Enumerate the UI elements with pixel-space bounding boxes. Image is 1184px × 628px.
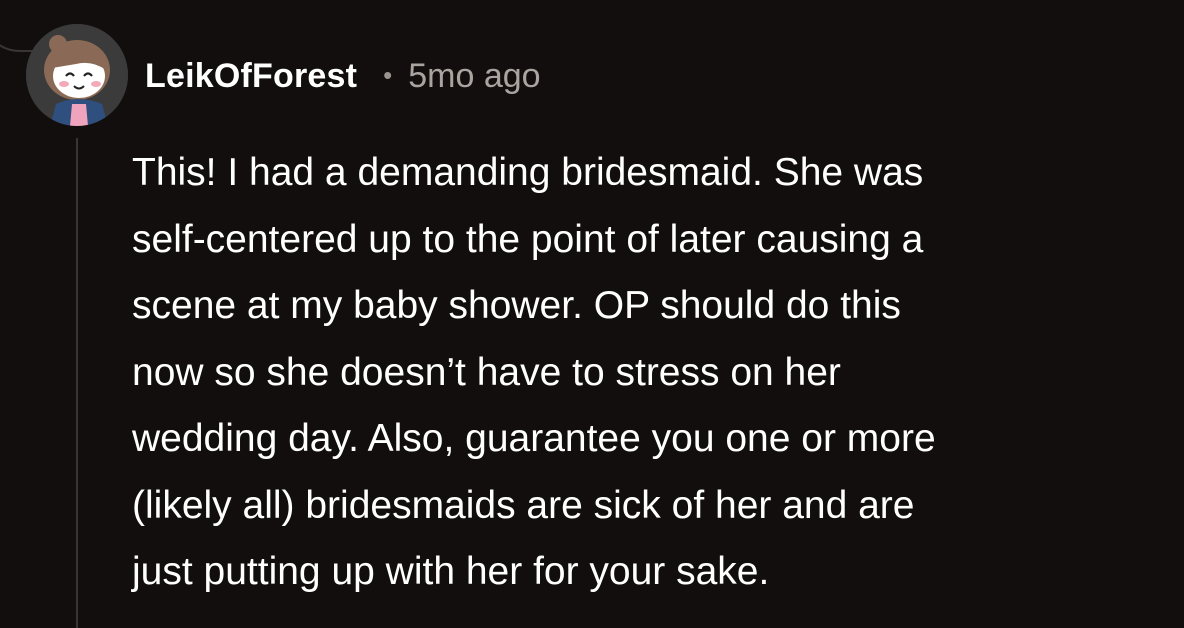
comment-body: This! I had a demanding bridesmaid. She … (132, 140, 1172, 606)
comment-header: LeikOfForest • 5mo ago (145, 54, 541, 98)
comment-line: wedding day. Also, guarantee you one or … (132, 417, 936, 460)
cartoon-girl-avatar-icon (26, 24, 128, 126)
comment-line: now so she doesn’t have to stress on her (132, 350, 841, 394)
comment-line: self-centered up to the point of later c… (132, 217, 924, 261)
comment-line: (likely all) bridesmaids are sick of her… (132, 483, 915, 527)
avatar[interactable] (26, 24, 128, 126)
comment-line: scene at my baby shower. OP should do th… (132, 284, 901, 327)
timestamp[interactable]: 5mo ago (408, 57, 540, 96)
separator-dot: • (383, 59, 393, 90)
comment-line: just putting up with her for your sake. (132, 550, 770, 593)
comment-line: This! I had a demanding bridesmaid. She … (132, 151, 924, 194)
thread-line[interactable] (76, 138, 78, 628)
username-link[interactable]: LeikOfForest (145, 57, 357, 96)
